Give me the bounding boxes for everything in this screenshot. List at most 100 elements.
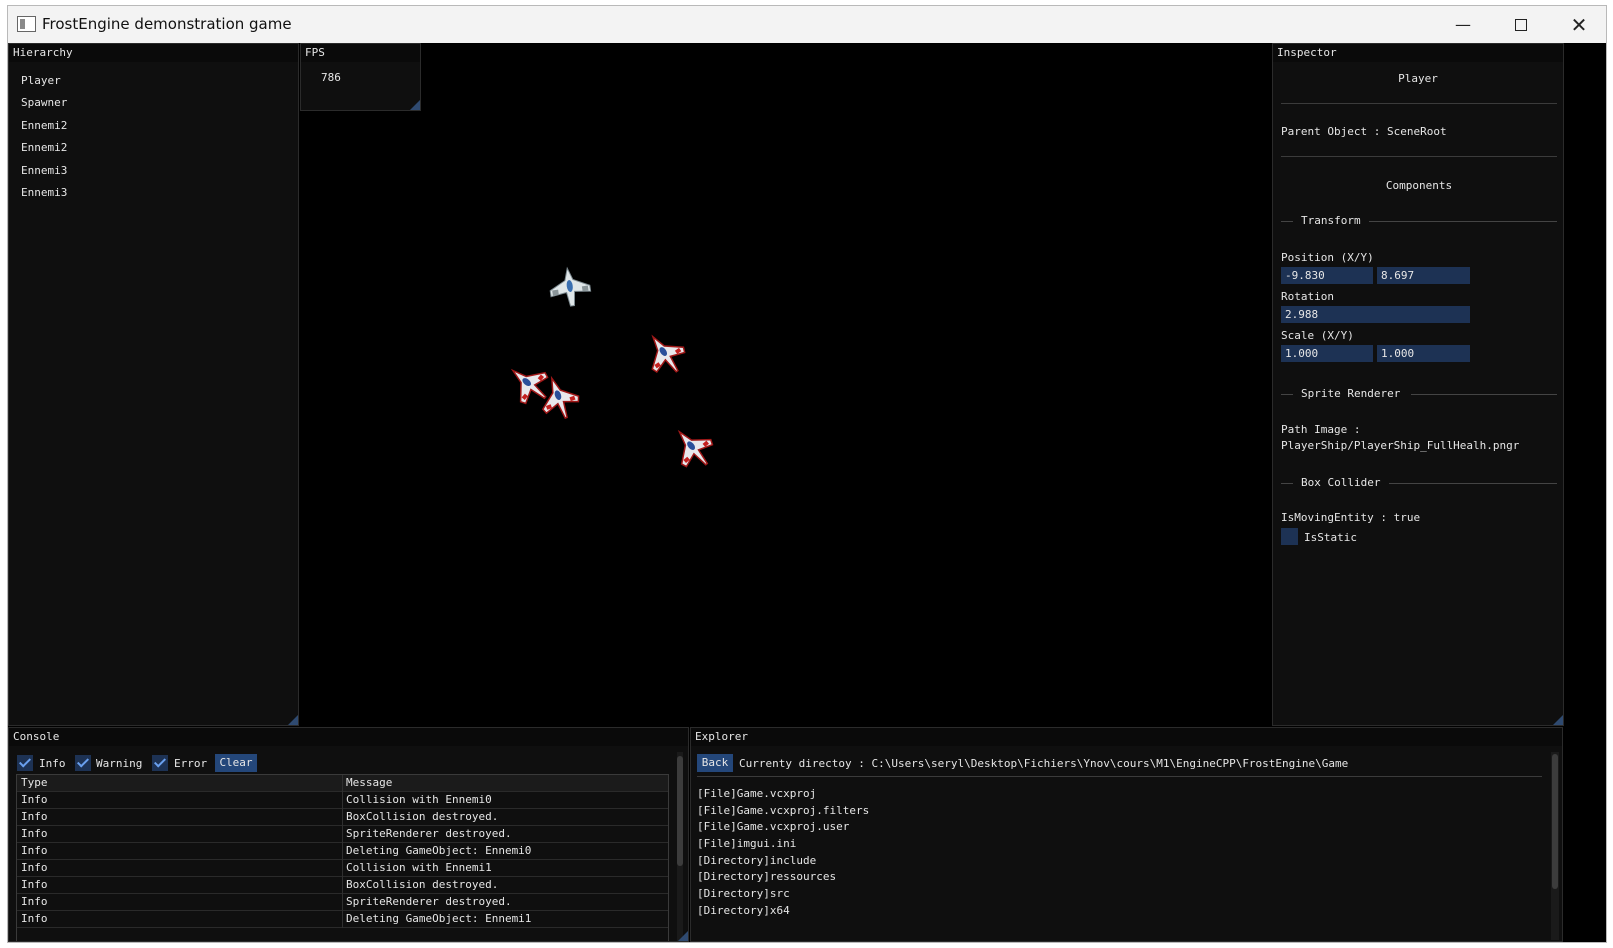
hierarchy-item[interactable]: Ennemi2	[21, 119, 67, 132]
error-filter-label: Error	[174, 757, 208, 770]
separator	[1281, 156, 1557, 157]
path-image-label: Path Image :	[1281, 423, 1361, 436]
column-header-message[interactable]: Message	[346, 776, 392, 789]
explorer-item[interactable]: [Directory]include	[697, 854, 816, 867]
log-message: BoxCollision destroyed.	[346, 810, 499, 823]
close-icon: ✕	[1570, 12, 1588, 37]
position-x-input[interactable]: -9.830	[1281, 267, 1373, 284]
maximize-button[interactable]	[1492, 6, 1550, 43]
log-message: SpriteRenderer destroyed.	[346, 827, 512, 840]
position-label: Position (X/Y)	[1281, 251, 1374, 264]
info-filter-label: Info	[39, 757, 66, 770]
fps-value: 786	[321, 71, 341, 84]
minimize-button[interactable]: —	[1434, 6, 1492, 43]
log-message: Deleting GameObject: Ennemi1	[346, 912, 532, 925]
scale-x-input[interactable]: 1.000	[1281, 345, 1373, 362]
log-message: Deleting GameObject: Ennemi0	[346, 844, 532, 857]
rotation-input[interactable]: 2.988	[1281, 306, 1470, 323]
info-filter-checkbox[interactable]	[17, 755, 33, 771]
section-line	[1389, 483, 1557, 484]
explorer-item[interactable]: [File]Game.vcxproj.filters	[697, 804, 869, 817]
transform-header: Transform	[1301, 214, 1361, 227]
components-label: Components	[1385, 179, 1453, 192]
explorer-scrollbar[interactable]	[1551, 752, 1559, 940]
minimize-icon: —	[1455, 15, 1471, 34]
explorer-item[interactable]: [Directory]x64	[697, 904, 790, 917]
log-type: Info	[21, 861, 48, 874]
log-message: Collision with Ennemi0	[346, 793, 492, 806]
close-button[interactable]: ✕	[1550, 6, 1606, 43]
log-type: Info	[21, 793, 48, 806]
hierarchy-item[interactable]: Spawner	[21, 96, 67, 109]
log-type: Info	[21, 895, 48, 908]
explorer-item[interactable]: [File]Game.vcxproj.user	[697, 820, 849, 833]
position-y-input[interactable]: 8.697	[1377, 267, 1470, 284]
explorer-item[interactable]: [File]imgui.ini	[697, 837, 796, 850]
resize-grip[interactable]	[678, 931, 688, 941]
player-ship-sprite	[549, 266, 592, 307]
column-header-type[interactable]: Type	[21, 776, 48, 789]
table-header-row: Type Message	[17, 775, 668, 792]
resize-grip[interactable]	[1553, 715, 1563, 725]
parent-object-label: Parent Object : SceneRoot	[1281, 125, 1447, 138]
game-viewport[interactable]	[300, 43, 1272, 726]
path-image-value: PlayerShip/PlayerShip_FullHealh.pngr	[1281, 439, 1520, 452]
section-line	[1369, 221, 1557, 222]
sprite-renderer-header: Sprite Renderer	[1301, 387, 1401, 400]
section-line	[1281, 394, 1293, 395]
warning-filter-checkbox[interactable]	[75, 755, 91, 771]
explorer-item[interactable]: [Directory]src	[697, 887, 790, 900]
current-directory-label: Currenty directoy : C:\Users\seryl\Deskt…	[739, 757, 1349, 770]
table-row: Info Deleting GameObject: Ennemi1	[17, 911, 668, 928]
fps-title[interactable]: FPS	[301, 44, 420, 62]
log-type: Info	[21, 827, 48, 840]
hierarchy-title[interactable]: Hierarchy	[9, 44, 298, 62]
fps-panel: FPS 786	[300, 43, 421, 111]
table-row: Info BoxCollision destroyed.	[17, 809, 668, 826]
box-collider-header: Box Collider	[1301, 476, 1381, 489]
inspector-title[interactable]: Inspector	[1273, 44, 1563, 62]
explorer-item[interactable]: [Directory]ressources	[697, 870, 836, 883]
hierarchy-item[interactable]: Ennemi3	[21, 164, 67, 177]
inspector-panel: Inspector Player Parent Object : SceneRo…	[1272, 43, 1564, 726]
resize-grip[interactable]	[410, 100, 420, 110]
log-type: Info	[21, 844, 48, 857]
is-moving-entity-label: IsMovingEntity : true	[1281, 511, 1421, 524]
hierarchy-item[interactable]: Ennemi3	[21, 186, 67, 199]
transform-section-header: Transform	[1281, 214, 1557, 228]
console-log-table: Type Message Info Collision with Ennemi0…	[16, 774, 669, 941]
console-title[interactable]: Console	[9, 728, 688, 746]
log-type: Info	[21, 878, 48, 891]
explorer-title[interactable]: Explorer	[691, 728, 1562, 746]
is-static-label: IsStatic	[1304, 531, 1357, 544]
table-row: Info Collision with Ennemi0	[17, 792, 668, 809]
console-scrollbar[interactable]	[677, 752, 683, 941]
section-line	[1411, 394, 1557, 395]
hierarchy-panel: Hierarchy Player Spawner Ennemi2 Ennemi2…	[8, 43, 299, 726]
back-button[interactable]: Back	[697, 754, 733, 772]
app-window: FrostEngine demonstration game — ✕ Hiera…	[7, 5, 1607, 943]
enemy-ship-sprite	[677, 429, 714, 468]
editor-client-area: Hierarchy Player Spawner Ennemi2 Ennemi2…	[8, 43, 1606, 942]
log-message: Collision with Ennemi1	[346, 861, 492, 874]
enemy-ship-sprite	[651, 334, 686, 373]
maximize-icon	[1515, 18, 1527, 31]
explorer-item[interactable]: [File]Game.vcxproj	[697, 787, 816, 800]
section-line	[1281, 221, 1293, 222]
table-row: Info Deleting GameObject: Ennemi0	[17, 843, 668, 860]
section-line	[1281, 483, 1293, 484]
is-static-checkbox[interactable]	[1281, 528, 1298, 545]
hierarchy-item[interactable]: Ennemi2	[21, 141, 67, 154]
console-panel: Console Info Warning Error Clear Type Me…	[8, 727, 689, 942]
table-row: Info Collision with Ennemi1	[17, 860, 668, 877]
hierarchy-item[interactable]: Player	[21, 74, 61, 87]
error-filter-checkbox[interactable]	[152, 755, 168, 771]
title-bar[interactable]: FrostEngine demonstration game — ✕	[8, 6, 1606, 43]
clear-button[interactable]: Clear	[215, 754, 257, 772]
log-message: SpriteRenderer destroyed.	[346, 895, 512, 908]
resize-grip[interactable]	[288, 715, 298, 725]
rotation-label: Rotation	[1281, 290, 1334, 303]
app-icon	[17, 16, 36, 32]
selected-object-name: Player	[1398, 72, 1438, 85]
scale-y-input[interactable]: 1.000	[1377, 345, 1470, 362]
